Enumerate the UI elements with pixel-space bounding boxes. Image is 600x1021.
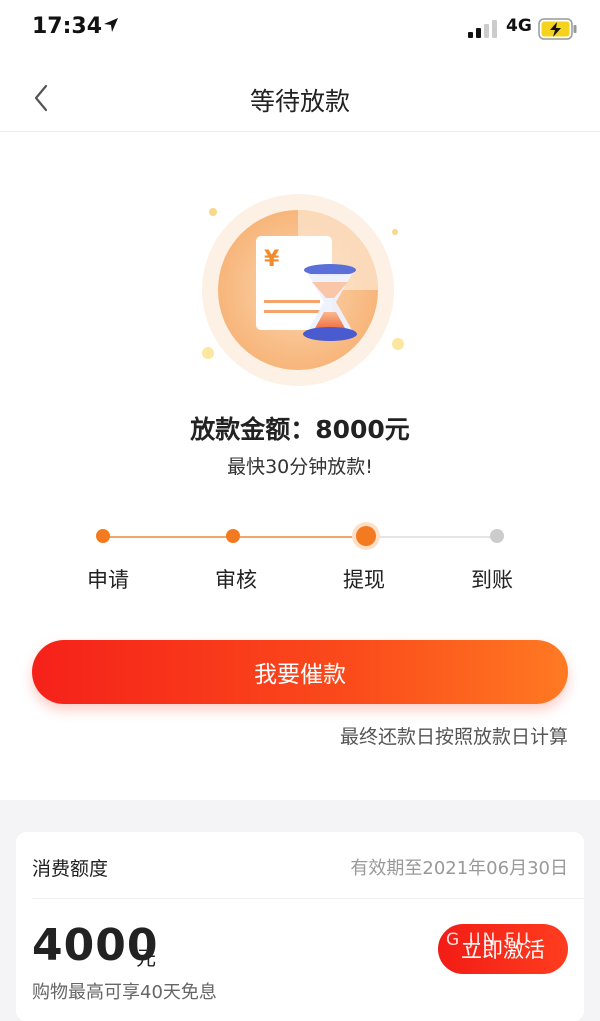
main-panel: 17:34 4G 等待放款 ¥ 放款金额：8000元 最快30分钟放款! 申请 …	[0, 0, 600, 800]
card-title: 消费额度	[32, 858, 109, 880]
nav-bar: 等待放款	[0, 62, 600, 132]
step-label-review: 审核	[215, 568, 257, 592]
svg-text:¥: ¥	[264, 247, 280, 272]
progress-line-pending	[367, 536, 497, 538]
loan-amount: 放款金额：8000元	[190, 415, 410, 444]
battery-charging-icon	[538, 18, 577, 40]
step-dot-arrive	[490, 529, 504, 543]
step-label-arrive: 到账	[471, 568, 513, 592]
repay-note: 最终还款日按照放款日计算	[339, 726, 568, 748]
location-arrow-icon	[104, 18, 118, 32]
card-description: 购物最高可享40天免息	[32, 982, 217, 1003]
signal-icon	[468, 20, 497, 38]
step-dot-withdraw	[356, 526, 376, 546]
status-bar: 17:34 4G	[0, 0, 600, 60]
network-type: 4G	[506, 16, 532, 36]
page-title: 等待放款	[249, 87, 350, 116]
step-label-withdraw: 提现	[343, 568, 385, 592]
card-divider	[32, 898, 584, 899]
step-dot-review	[226, 529, 240, 543]
progress-steps: 申请 审核 提现 到账	[0, 520, 600, 600]
urge-loan-button[interactable]: 我要催款	[32, 640, 568, 704]
loan-eta: 最快30分钟放款!	[227, 456, 373, 478]
status-time: 17:34	[32, 14, 103, 39]
card-expiry: 有效期至2021年06月30日	[350, 858, 568, 879]
credit-limit-card: 消费额度 有效期至2021年06月30日 4000 元 购物最高可享40天免息 …	[16, 832, 584, 1021]
step-label-apply: 申请	[87, 568, 129, 592]
hourglass-document-illustration: ¥	[202, 194, 404, 386]
step-dot-apply	[96, 529, 110, 543]
activate-button[interactable]: 立即激活	[438, 924, 568, 974]
credit-limit-unit: 元	[136, 946, 156, 970]
